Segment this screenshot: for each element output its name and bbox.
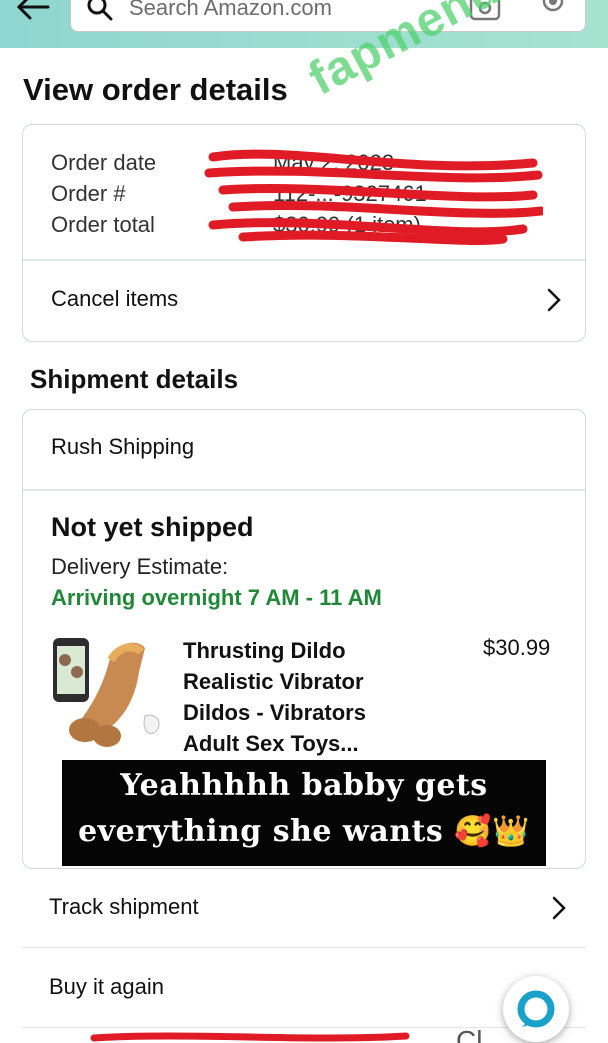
shipment-status: Not yet shipped xyxy=(51,512,254,542)
shipment-heading: Shipment details xyxy=(30,364,239,394)
microphone-icon[interactable] xyxy=(539,0,567,21)
product-title-line: Thrusting Dildo xyxy=(183,638,346,663)
arrival-estimate: Arriving overnight 7 AM - 11 AM xyxy=(51,585,382,610)
buy-again-row[interactable]: Buy it again xyxy=(22,948,586,1028)
track-shipment-row[interactable]: Track shipment xyxy=(22,868,586,948)
buy-again-label: Buy it again xyxy=(49,974,164,999)
back-arrow-icon[interactable] xyxy=(16,0,50,20)
divider xyxy=(23,489,585,491)
cancel-items-label: Cancel items xyxy=(51,286,179,311)
cancel-items-row[interactable]: Cancel items xyxy=(23,260,585,342)
delivery-estimate-label: Delivery Estimate: xyxy=(51,554,229,579)
partial-text: Cl... xyxy=(456,1025,506,1043)
alexa-icon xyxy=(517,990,555,1028)
search-placeholder: Search Amazon.com xyxy=(129,0,332,20)
redaction-scribble xyxy=(90,1032,410,1042)
product-price: $30.99 xyxy=(483,635,551,660)
top-search-bar: Search Amazon.com xyxy=(0,0,608,48)
order-summary-card: Order date Order # Order total May 2, 20… xyxy=(22,124,586,342)
chevron-right-icon xyxy=(552,896,566,920)
redaction-scribble xyxy=(204,149,543,245)
chevron-right-icon xyxy=(547,288,561,312)
product-title-line: Dildos - Vibrators xyxy=(183,700,366,725)
order-total-label: Order total xyxy=(51,212,155,237)
order-date-label: Order date xyxy=(51,150,157,175)
product-image[interactable] xyxy=(49,632,169,752)
shipping-speed-label: Rush Shipping xyxy=(51,434,195,459)
order-labels: Order date Order # Order total xyxy=(51,147,156,240)
search-icon xyxy=(87,0,113,21)
caption-line-2: everything she wants 🥰👑 xyxy=(78,814,530,849)
order-number-label: Order # xyxy=(51,181,126,206)
caption-line-1: Yeahhhhh babby gets xyxy=(120,768,488,803)
product-title[interactable]: Thrusting Dildo Realistic Vibrator Dildo… xyxy=(183,635,433,759)
caption-overlay: Yeahhhhh babby gets everything she wants… xyxy=(62,760,546,866)
alexa-button[interactable] xyxy=(503,976,569,1042)
product-title-line: Adult Sex Toys... xyxy=(183,731,359,756)
product-title-line: Realistic Vibrator xyxy=(183,669,364,694)
page-title: View order details xyxy=(23,72,288,107)
track-shipment-label: Track shipment xyxy=(49,894,199,919)
